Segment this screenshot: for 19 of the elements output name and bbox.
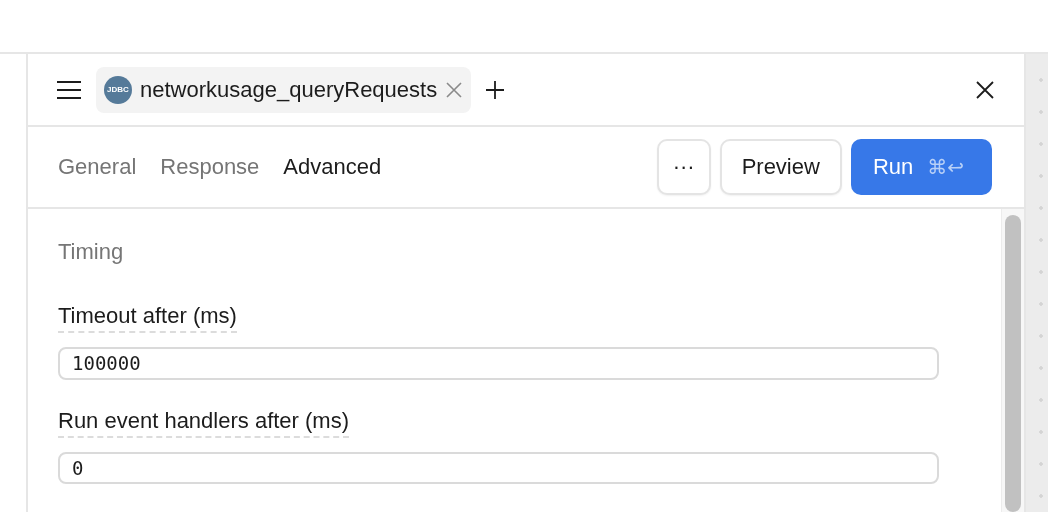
add-icon[interactable]	[485, 79, 506, 100]
tab[interactable]: Advanced	[283, 154, 382, 180]
tab[interactable]: General	[58, 154, 137, 180]
preview-button[interactable]: Preview	[719, 139, 842, 195]
menu-icon[interactable]	[56, 79, 82, 100]
input-field[interactable]: 100000	[58, 347, 939, 380]
query-tab[interactable]: JDBC networkusage_queryRequests	[96, 66, 472, 113]
more-button[interactable]: ···	[656, 139, 711, 195]
run-button[interactable]: Run ⌘↩	[850, 139, 992, 195]
close-tab-icon[interactable]	[445, 80, 464, 99]
scrollbar-thumb[interactable]	[1005, 215, 1021, 512]
tab[interactable]: Response	[160, 154, 260, 180]
input-field[interactable]: 0	[58, 451, 939, 484]
close-icon[interactable]	[976, 80, 994, 99]
field-label: Run event handlers after (ms)	[58, 407, 350, 438]
field-label: Timeout after (ms)	[58, 303, 237, 333]
query-title: networkusage_queryRequests	[140, 76, 438, 103]
section-title: Timing	[58, 239, 125, 265]
jdbc-badge: JDBC	[104, 75, 132, 104]
